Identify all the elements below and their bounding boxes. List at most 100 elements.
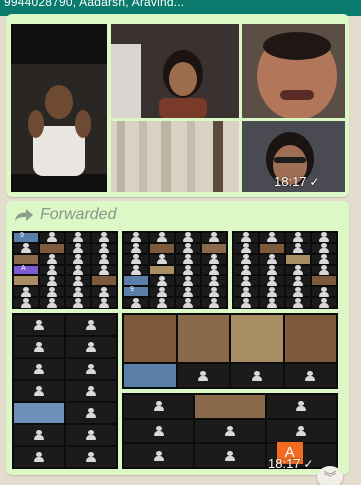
participant-tile (66, 337, 116, 357)
person-icon (240, 232, 252, 243)
participant-tile (260, 254, 284, 265)
participant-grid-2: 9 (122, 231, 228, 309)
person-silhouette-icon (111, 24, 239, 118)
person-icon (318, 264, 330, 275)
participant-tile (124, 254, 148, 265)
person-icon (85, 386, 97, 396)
participant-tile (92, 243, 116, 254)
person-icon (72, 232, 84, 243)
person-icon (318, 254, 330, 265)
participant-tile (202, 232, 226, 243)
timestamp-text: 18:17 (268, 456, 301, 471)
participant-tile (40, 243, 64, 253)
person-icon (266, 232, 278, 243)
participant-grid-5 (122, 313, 338, 389)
video-tile-man-closeup (242, 24, 345, 118)
participant-tile (260, 275, 284, 286)
participant-tile (150, 297, 174, 308)
participant-tile (66, 275, 90, 286)
person-icon (46, 275, 58, 286)
person-icon (72, 264, 84, 275)
participant-tile (195, 444, 265, 467)
participant-tile (40, 264, 64, 275)
video-tile-man-gesturing (11, 24, 107, 192)
person-icon (292, 297, 304, 308)
person-icon (182, 297, 194, 308)
person-icon (182, 243, 194, 254)
person-icon (292, 275, 304, 286)
person-icon (292, 264, 304, 275)
participant-tile (124, 232, 148, 243)
message-timestamp: 18:17 ✓ (274, 174, 320, 189)
participant-tile (231, 364, 283, 387)
person-icon (72, 297, 84, 308)
participant-tile (92, 264, 116, 275)
participant-tile (260, 297, 284, 308)
person-icon (98, 254, 110, 265)
curtain-image (111, 121, 239, 192)
forwarded-label: Forwarded (14, 204, 116, 226)
participant-tile (202, 254, 226, 265)
participant-tile (92, 276, 116, 286)
scroll-to-bottom-button[interactable]: ︾ (317, 466, 343, 485)
person-icon (182, 275, 194, 286)
participant-tile (66, 297, 90, 308)
person-icon (156, 254, 168, 265)
participant-tile (66, 243, 90, 254)
participant-tile (312, 286, 336, 297)
participant-tile (66, 264, 90, 275)
person-icon (98, 243, 110, 254)
person-icon (85, 320, 97, 330)
participant-tile (260, 264, 284, 275)
person-icon (72, 275, 84, 286)
participant-tile (66, 447, 116, 467)
participant-tile (284, 364, 336, 387)
participant-tile (176, 254, 200, 265)
person-icon (72, 286, 84, 297)
person-icon (304, 370, 316, 381)
timestamp-text: 18:17 (274, 174, 307, 189)
participant-tile (202, 275, 226, 286)
participant-tile (286, 275, 310, 286)
person-icon (20, 286, 32, 297)
participant-tile (124, 444, 194, 467)
forward-arrow-icon (15, 209, 33, 221)
person-icon (20, 297, 32, 308)
participant-tile (66, 315, 116, 335)
person-icon (182, 264, 194, 275)
person-icon (153, 401, 165, 412)
person-icon (292, 232, 304, 243)
participant-tile (195, 395, 265, 418)
participant-tile (176, 243, 200, 254)
participant-tile (234, 297, 258, 308)
person-icon (98, 286, 110, 297)
participant-tile (14, 447, 64, 467)
participant-tile (234, 243, 258, 254)
participant-tile (176, 264, 200, 275)
avatar-tile: A (14, 265, 38, 275)
participant-tile (150, 286, 174, 297)
participant-tile (40, 286, 64, 297)
person-icon (153, 450, 165, 461)
participant-tile (195, 419, 265, 443)
person-icon (208, 232, 220, 243)
person-icon (240, 243, 252, 254)
person-icon (130, 232, 142, 243)
participant-tile (234, 275, 258, 286)
person-icon (33, 342, 45, 352)
person-icon (130, 297, 142, 308)
participant-tile (124, 395, 194, 418)
person-icon (224, 425, 236, 436)
participant-tile (40, 297, 64, 308)
participant-tile: 9 (14, 232, 38, 242)
participant-tile (66, 232, 90, 243)
participant-tile (92, 286, 116, 297)
person-icon (33, 364, 45, 374)
participant-tile (14, 425, 64, 445)
participant-tile (312, 297, 336, 308)
image-message[interactable]: 18:17 ✓ (6, 14, 349, 197)
participant-tile (260, 286, 284, 297)
person-icon (46, 286, 58, 297)
person-icon (46, 232, 58, 243)
participant-tile (150, 232, 174, 243)
